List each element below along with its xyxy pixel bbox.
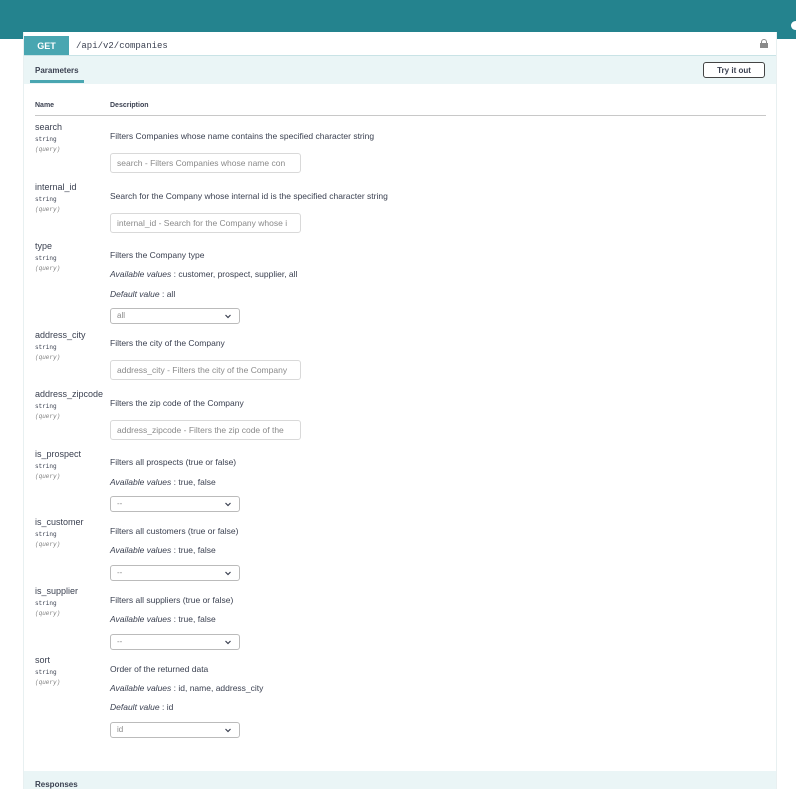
param-name: internal_id bbox=[35, 182, 77, 192]
param-type: string bbox=[35, 600, 57, 607]
try-it-out-button[interactable]: Try it out bbox=[703, 62, 765, 78]
available-values: Available values : customer, prospect, s… bbox=[110, 269, 297, 279]
endpoint-path: /api/v2/companies bbox=[76, 40, 168, 51]
operation-panel: GET /api/v2/companies Parameters Try it … bbox=[23, 32, 777, 789]
search-input[interactable]: search - Filters Companies whose name co… bbox=[110, 153, 301, 173]
param-type: string bbox=[35, 255, 57, 262]
available-values-text: : customer, prospect, supplier, all bbox=[171, 269, 298, 279]
param-type: string bbox=[35, 403, 57, 410]
available-values-label: Available values bbox=[110, 614, 172, 624]
select-value: all bbox=[117, 311, 126, 320]
lock-icon[interactable] bbox=[760, 39, 768, 48]
default-value-text: : id bbox=[159, 702, 174, 712]
available-values-text: : true, false bbox=[171, 477, 216, 487]
param-type: string bbox=[35, 196, 57, 203]
param-name: is_customer bbox=[35, 517, 84, 527]
param-description: Filters all prospects (true or false) bbox=[110, 457, 237, 467]
responses-header: Responses bbox=[24, 771, 776, 789]
column-header-description: Description bbox=[110, 102, 149, 109]
operation-summary[interactable]: GET /api/v2/companies bbox=[24, 36, 776, 55]
available-values: Available values : true, false bbox=[110, 545, 216, 555]
param-in: (query) bbox=[35, 610, 61, 617]
chevron-down-icon bbox=[225, 728, 231, 733]
available-values: Available values : true, false bbox=[110, 614, 216, 624]
available-values: Available values : true, false bbox=[110, 477, 216, 487]
address-zipcode-input[interactable]: address_zipcode - Filters the zip code o… bbox=[110, 420, 301, 440]
http-method-badge: GET bbox=[24, 36, 69, 55]
internal-id-input[interactable]: internal_id - Search for the Company who… bbox=[110, 213, 301, 233]
param-type: string bbox=[35, 136, 57, 143]
chevron-down-icon bbox=[225, 640, 231, 645]
param-in: (query) bbox=[35, 146, 61, 153]
param-type: string bbox=[35, 463, 57, 470]
default-value-label: Default value bbox=[110, 289, 160, 299]
default-value: Default value : id bbox=[110, 702, 173, 712]
param-in: (query) bbox=[35, 265, 61, 272]
responses-title: Responses bbox=[35, 780, 78, 789]
select-value: -- bbox=[117, 568, 123, 577]
param-type: string bbox=[35, 344, 57, 351]
param-name: type bbox=[35, 241, 53, 251]
param-type: string bbox=[35, 669, 57, 676]
address-city-input[interactable]: address_city - Filters the city of the C… bbox=[110, 360, 301, 380]
select-value: -- bbox=[117, 637, 123, 646]
param-in: (query) bbox=[35, 206, 61, 213]
param-description: Filters the Company type bbox=[110, 250, 205, 260]
param-name: address_zipcode bbox=[35, 389, 104, 399]
param-name: is_prospect bbox=[35, 449, 82, 459]
select-value: id bbox=[117, 725, 124, 734]
sort-select[interactable]: id bbox=[110, 722, 240, 738]
param-description: Filters Companies whose name contains th… bbox=[110, 131, 375, 141]
default-value-text: : all bbox=[159, 289, 176, 299]
param-name: address_city bbox=[35, 330, 86, 340]
param-description: Filters all customers (true or false) bbox=[110, 526, 239, 536]
available-values-label: Available values bbox=[110, 683, 172, 693]
available-values-label: Available values bbox=[110, 545, 172, 555]
available-values-text: : id, name, address_city bbox=[171, 683, 264, 693]
param-name: search bbox=[35, 122, 63, 132]
column-header-name: Name bbox=[35, 102, 55, 109]
param-description: Search for the Company whose internal id… bbox=[110, 191, 388, 201]
param-in: (query) bbox=[35, 413, 61, 420]
param-description: Filters the city of the Company bbox=[110, 338, 225, 348]
available-values-label: Available values bbox=[110, 477, 172, 487]
param-description: Filters all suppliers (true or false) bbox=[110, 595, 234, 605]
is-prospect-select[interactable]: -- bbox=[110, 496, 240, 512]
param-name: sort bbox=[35, 655, 51, 665]
param-in: (query) bbox=[35, 679, 61, 686]
tab-underline bbox=[30, 80, 84, 83]
default-value: Default value : all bbox=[110, 289, 175, 299]
available-values-text: : true, false bbox=[171, 545, 216, 555]
available-values-text: : true, false bbox=[171, 614, 216, 624]
scroll-indicator bbox=[791, 21, 796, 30]
param-description: Filters the zip code of the Company bbox=[110, 398, 244, 408]
param-type: string bbox=[35, 531, 57, 538]
param-description: Order of the returned data bbox=[110, 664, 209, 674]
param-in: (query) bbox=[35, 541, 61, 548]
param-in: (query) bbox=[35, 354, 61, 361]
chevron-down-icon bbox=[225, 502, 231, 507]
default-value-label: Default value bbox=[110, 702, 160, 712]
available-values: Available values : id, name, address_cit… bbox=[110, 683, 263, 693]
available-values-label: Available values bbox=[110, 269, 172, 279]
type-select[interactable]: all bbox=[110, 308, 240, 324]
param-name: is_supplier bbox=[35, 586, 79, 596]
is-customer-select[interactable]: -- bbox=[110, 565, 240, 581]
parameters-header: Parameters Try it out bbox=[24, 56, 776, 84]
select-value: -- bbox=[117, 499, 123, 508]
chevron-down-icon bbox=[225, 314, 231, 319]
chevron-down-icon bbox=[225, 571, 231, 576]
param-in: (query) bbox=[35, 473, 61, 480]
tab-parameters[interactable]: Parameters bbox=[35, 66, 79, 75]
table-divider bbox=[35, 115, 766, 116]
is-supplier-select[interactable]: -- bbox=[110, 634, 240, 650]
